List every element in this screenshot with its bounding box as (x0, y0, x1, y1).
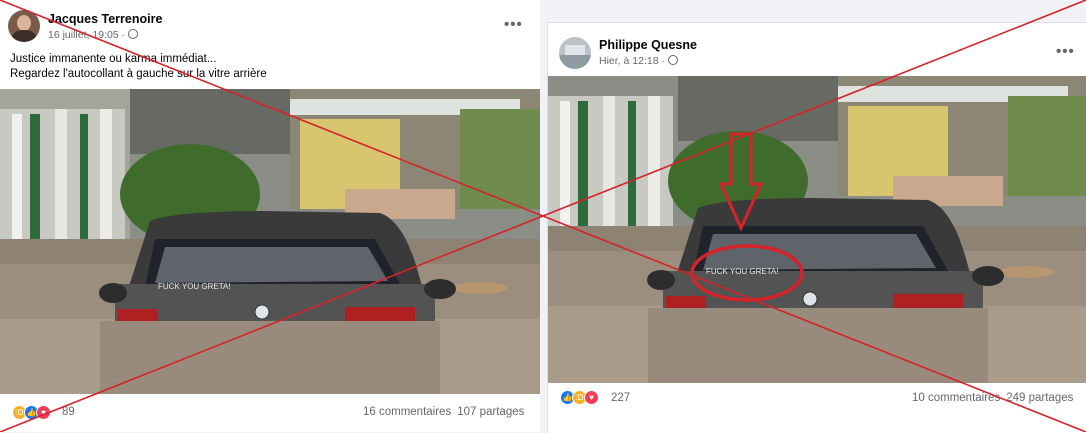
facebook-post-right: Philippe Quesne Hier, à 12:18 · ••• FUCK… (547, 22, 1086, 433)
caption-line: Regardez l'autocollant à gauche sur la v… (10, 67, 267, 80)
more-options-button[interactable]: ••• (504, 16, 523, 33)
reaction-count[interactable]: 227 (611, 392, 630, 404)
timestamp-text[interactable]: Hier, à 12:18 · (599, 55, 665, 67)
timestamp-text[interactable]: 16 juillet, 19:05 · (48, 29, 125, 41)
shares-count[interactable]: 107 partages (457, 406, 524, 418)
author-avatar[interactable] (8, 10, 40, 42)
post-timestamp[interactable]: 16 juillet, 19:05 · (48, 29, 139, 41)
more-options-button[interactable]: ••• (1056, 43, 1075, 60)
post-timestamp[interactable]: Hier, à 12:18 · (599, 55, 678, 67)
globe-icon (128, 29, 139, 39)
sticker-text: FUCK YOU GRETA! (706, 267, 779, 276)
author-name[interactable]: Jacques Terrenoire (48, 12, 162, 26)
globe-icon (667, 55, 678, 65)
author-name[interactable]: Philippe Quesne (599, 38, 697, 52)
flooded-car-photo-annotated: FUCK YOU GRETA! (548, 76, 1086, 383)
author-avatar[interactable] (559, 37, 591, 69)
flooded-car-photo: FUCK YOU GRETA! (0, 89, 540, 394)
post-photo[interactable]: FUCK YOU GRETA! (548, 76, 1086, 383)
caption-line: Justice immanente ou karma immédiat... (10, 53, 217, 65)
reaction-count[interactable]: 89 (62, 406, 75, 418)
heart-icon[interactable]: ♥ (584, 390, 599, 405)
heart-icon[interactable]: ♥ (36, 405, 51, 420)
shares-count[interactable]: 249 partages (1006, 392, 1073, 404)
facebook-post-left: Jacques Terrenoire 16 juillet, 19:05 · •… (0, 0, 540, 432)
post-stats: 10 commentaires 249 partages (912, 392, 1073, 404)
comments-count[interactable]: 16 commentaires (363, 406, 451, 418)
post-photo[interactable]: FUCK YOU GRETA! (0, 89, 540, 394)
post-stats: 16 commentaires 107 partages (363, 406, 524, 418)
sticker-text: FUCK YOU GRETA! (158, 282, 231, 291)
post-caption: Justice immanente ou karma immédiat... R… (10, 52, 267, 81)
comments-count[interactable]: 10 commentaires (912, 392, 1000, 404)
